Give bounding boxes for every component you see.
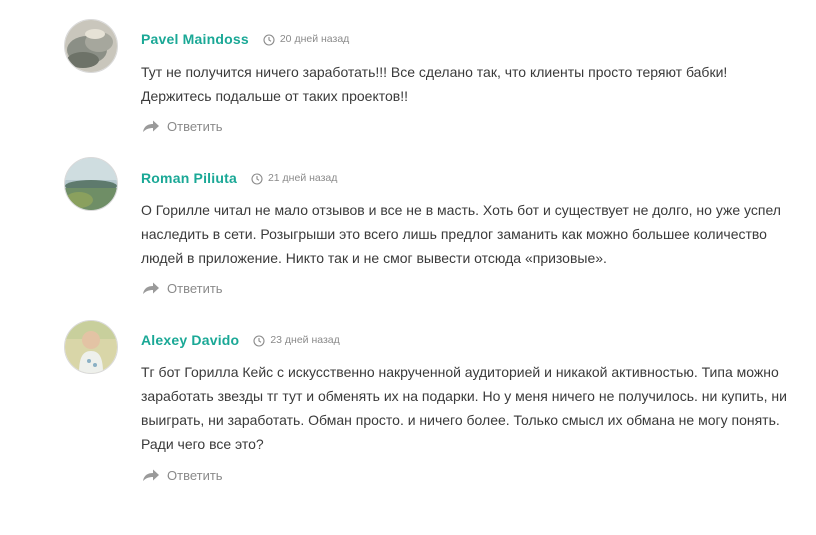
reply-label: Ответить — [167, 118, 223, 134]
reply-button[interactable]: Ответить — [142, 278, 223, 298]
comment-text: Тг бот Горилла Кейс с искусственно накру… — [141, 364, 787, 452]
author-name[interactable]: Pavel Maindoss — [141, 31, 249, 47]
avatar — [64, 19, 118, 73]
comment-meta: Roman Piliuta 21 дней назад — [141, 168, 337, 188]
comment-text: Тут не получится ничего заработать!!! Вс… — [141, 64, 728, 104]
comment-meta: Alexey Davido 23 дней назад — [141, 330, 340, 350]
reply-arrow-icon — [142, 281, 160, 295]
author-name[interactable]: Alexey Davido — [141, 332, 239, 348]
author-name[interactable]: Roman Piliuta — [141, 170, 237, 186]
comment-meta: Pavel Maindoss 20 дней назад — [141, 29, 349, 49]
reply-arrow-icon — [142, 468, 160, 482]
comment-date: 23 дней назад — [270, 334, 340, 346]
avatar — [64, 320, 118, 374]
reply-label: Ответить — [167, 280, 223, 296]
reply-button[interactable]: Ответить — [142, 465, 223, 485]
reply-label: Ответить — [167, 467, 223, 483]
reply-button[interactable]: Ответить — [142, 116, 223, 136]
comment-date: 20 дней назад — [279, 33, 350, 45]
clock-icon — [251, 172, 263, 185]
reply-arrow-icon — [142, 119, 160, 133]
avatar — [64, 157, 118, 211]
comment-text: О Горилле читал не мало отзывов и все не… — [141, 202, 781, 266]
clock-icon — [263, 33, 275, 46]
comment-date: 21 дней назад — [267, 172, 338, 184]
clock-icon — [253, 334, 265, 347]
